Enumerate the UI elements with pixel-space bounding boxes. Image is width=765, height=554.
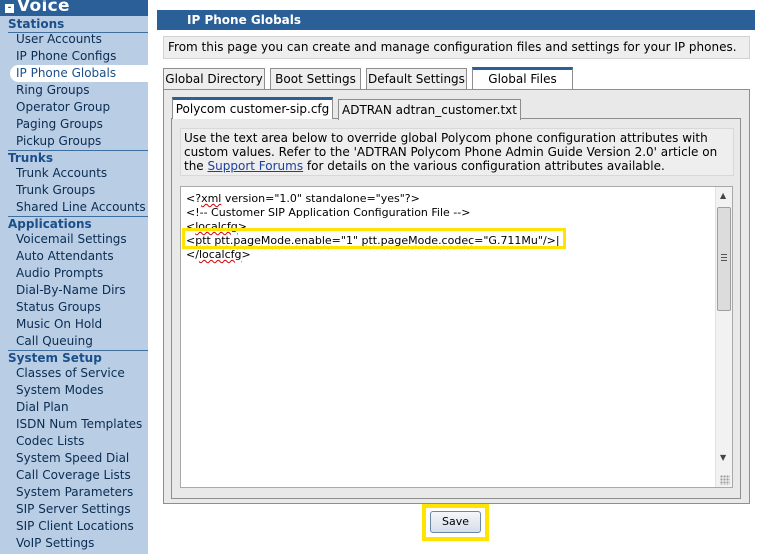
sidebar-item-voicemail-settings[interactable]: Voicemail Settings <box>10 231 148 248</box>
collapse-toggle-icon[interactable]: - <box>5 4 14 13</box>
scroll-thumb[interactable] <box>717 207 731 311</box>
sidebar-item-paging-groups[interactable]: Paging Groups <box>10 116 148 133</box>
sidebar-item-voip-settings[interactable]: VoIP Settings <box>10 535 148 552</box>
sidebar-item-operator-group[interactable]: Operator Group <box>10 99 148 116</box>
support-forums-link[interactable]: Support Forums <box>208 159 304 173</box>
sidebar-item-audio-prompts[interactable]: Audio Prompts <box>10 265 148 282</box>
sidebar-title: Voice <box>17 0 70 16</box>
sidebar: - Voice Stations User Accounts IP Phone … <box>0 0 148 554</box>
scroll-down-icon[interactable]: ▼ <box>720 453 726 462</box>
sidebar-item-classes-of-service[interactable]: Classes of Service <box>10 365 148 382</box>
sidebar-item-system-speed-dial[interactable]: System Speed Dial <box>10 450 148 467</box>
page-intro: From this page you can create and manage… <box>163 36 750 59</box>
sidebar-item-ring-groups[interactable]: Ring Groups <box>10 82 148 99</box>
sidebar-item-pickup-groups[interactable]: Pickup Groups <box>10 133 148 150</box>
page-title: IP Phone Globals <box>157 10 755 30</box>
subtab-polycom[interactable]: Polycom customer-sip.cfg <box>172 97 333 119</box>
sidebar-item-dial-plan[interactable]: Dial Plan <box>10 399 148 416</box>
section-system-setup: System Setup <box>8 351 102 365</box>
scroll-up-icon[interactable]: ▲ <box>720 191 726 200</box>
sidebar-item-trunk-groups[interactable]: Trunk Groups <box>10 182 148 199</box>
sidebar-item-call-coverage-lists[interactable]: Call Coverage Lists <box>10 467 148 484</box>
tab-default-settings[interactable]: Default Settings <box>366 68 467 89</box>
description-body-end: for details on the various configuration… <box>303 159 665 173</box>
sidebar-item-codec-lists[interactable]: Codec Lists <box>10 433 148 450</box>
section-trunks: Trunks <box>8 151 53 165</box>
save-button[interactable]: Save <box>430 511 481 533</box>
sidebar-item-status-groups[interactable]: Status Groups <box>10 299 148 316</box>
sidebar-item-user-accounts[interactable]: User Accounts <box>10 31 148 48</box>
tab-boot-settings[interactable]: Boot Settings <box>270 68 361 89</box>
sidebar-item-shared-line-accounts[interactable]: Shared Line Accounts <box>10 199 148 216</box>
sidebar-item-isdn-num-templates[interactable]: ISDN Num Templates <box>10 416 148 433</box>
grip-icon <box>721 254 727 261</box>
sidebar-item-system-modes[interactable]: System Modes <box>10 382 148 399</box>
sidebar-item-sip-server-settings[interactable]: SIP Server Settings <box>10 501 148 518</box>
sidebar-item-call-queuing[interactable]: Call Queuing <box>10 333 148 350</box>
sidebar-item-system-parameters[interactable]: System Parameters <box>10 484 148 501</box>
config-textarea[interactable]: <?xml version="1.0" standalone="yes"?> <… <box>180 186 733 488</box>
sidebar-item-sip-client-locations[interactable]: SIP Client Locations <box>10 518 148 535</box>
sidebar-item-ip-phone-configs[interactable]: IP Phone Configs <box>10 48 148 65</box>
tab-global-directory[interactable]: Global Directory <box>163 68 265 89</box>
sidebar-header: - Voice <box>0 0 148 16</box>
sidebar-item-music-on-hold[interactable]: Music On Hold <box>10 316 148 333</box>
section-stations: Stations <box>8 17 65 31</box>
code-line: <ptt ptt.pageMode.enable="1" ptt.pageMod… <box>186 234 560 247</box>
sidebar-item-auto-attendants[interactable]: Auto Attendants <box>10 248 148 265</box>
scrollbar[interactable]: ▲ ▼ <box>715 187 732 487</box>
code-line: </localcfg> <box>186 248 251 261</box>
subtab-adtran[interactable]: ADTRAN adtran_customer.txt <box>338 99 521 120</box>
sidebar-item-dial-by-name-dirs[interactable]: Dial-By-Name Dirs <box>10 282 148 299</box>
code-line: <localcfg> <box>186 220 247 233</box>
sidebar-item-trunk-accounts[interactable]: Trunk Accounts <box>10 165 148 182</box>
description-text: Use the text area below to override glob… <box>180 128 734 176</box>
tab-global-files[interactable]: Global Files <box>472 67 573 89</box>
section-applications: Applications <box>8 217 92 231</box>
code-line: <!-- Customer SIP Application Configurat… <box>186 206 471 219</box>
resize-grip-icon[interactable] <box>720 475 730 485</box>
code-line: <?xml version="1.0" standalone="yes"?> <box>186 192 420 205</box>
sidebar-item-ip-phone-globals[interactable]: IP Phone Globals <box>10 65 148 82</box>
